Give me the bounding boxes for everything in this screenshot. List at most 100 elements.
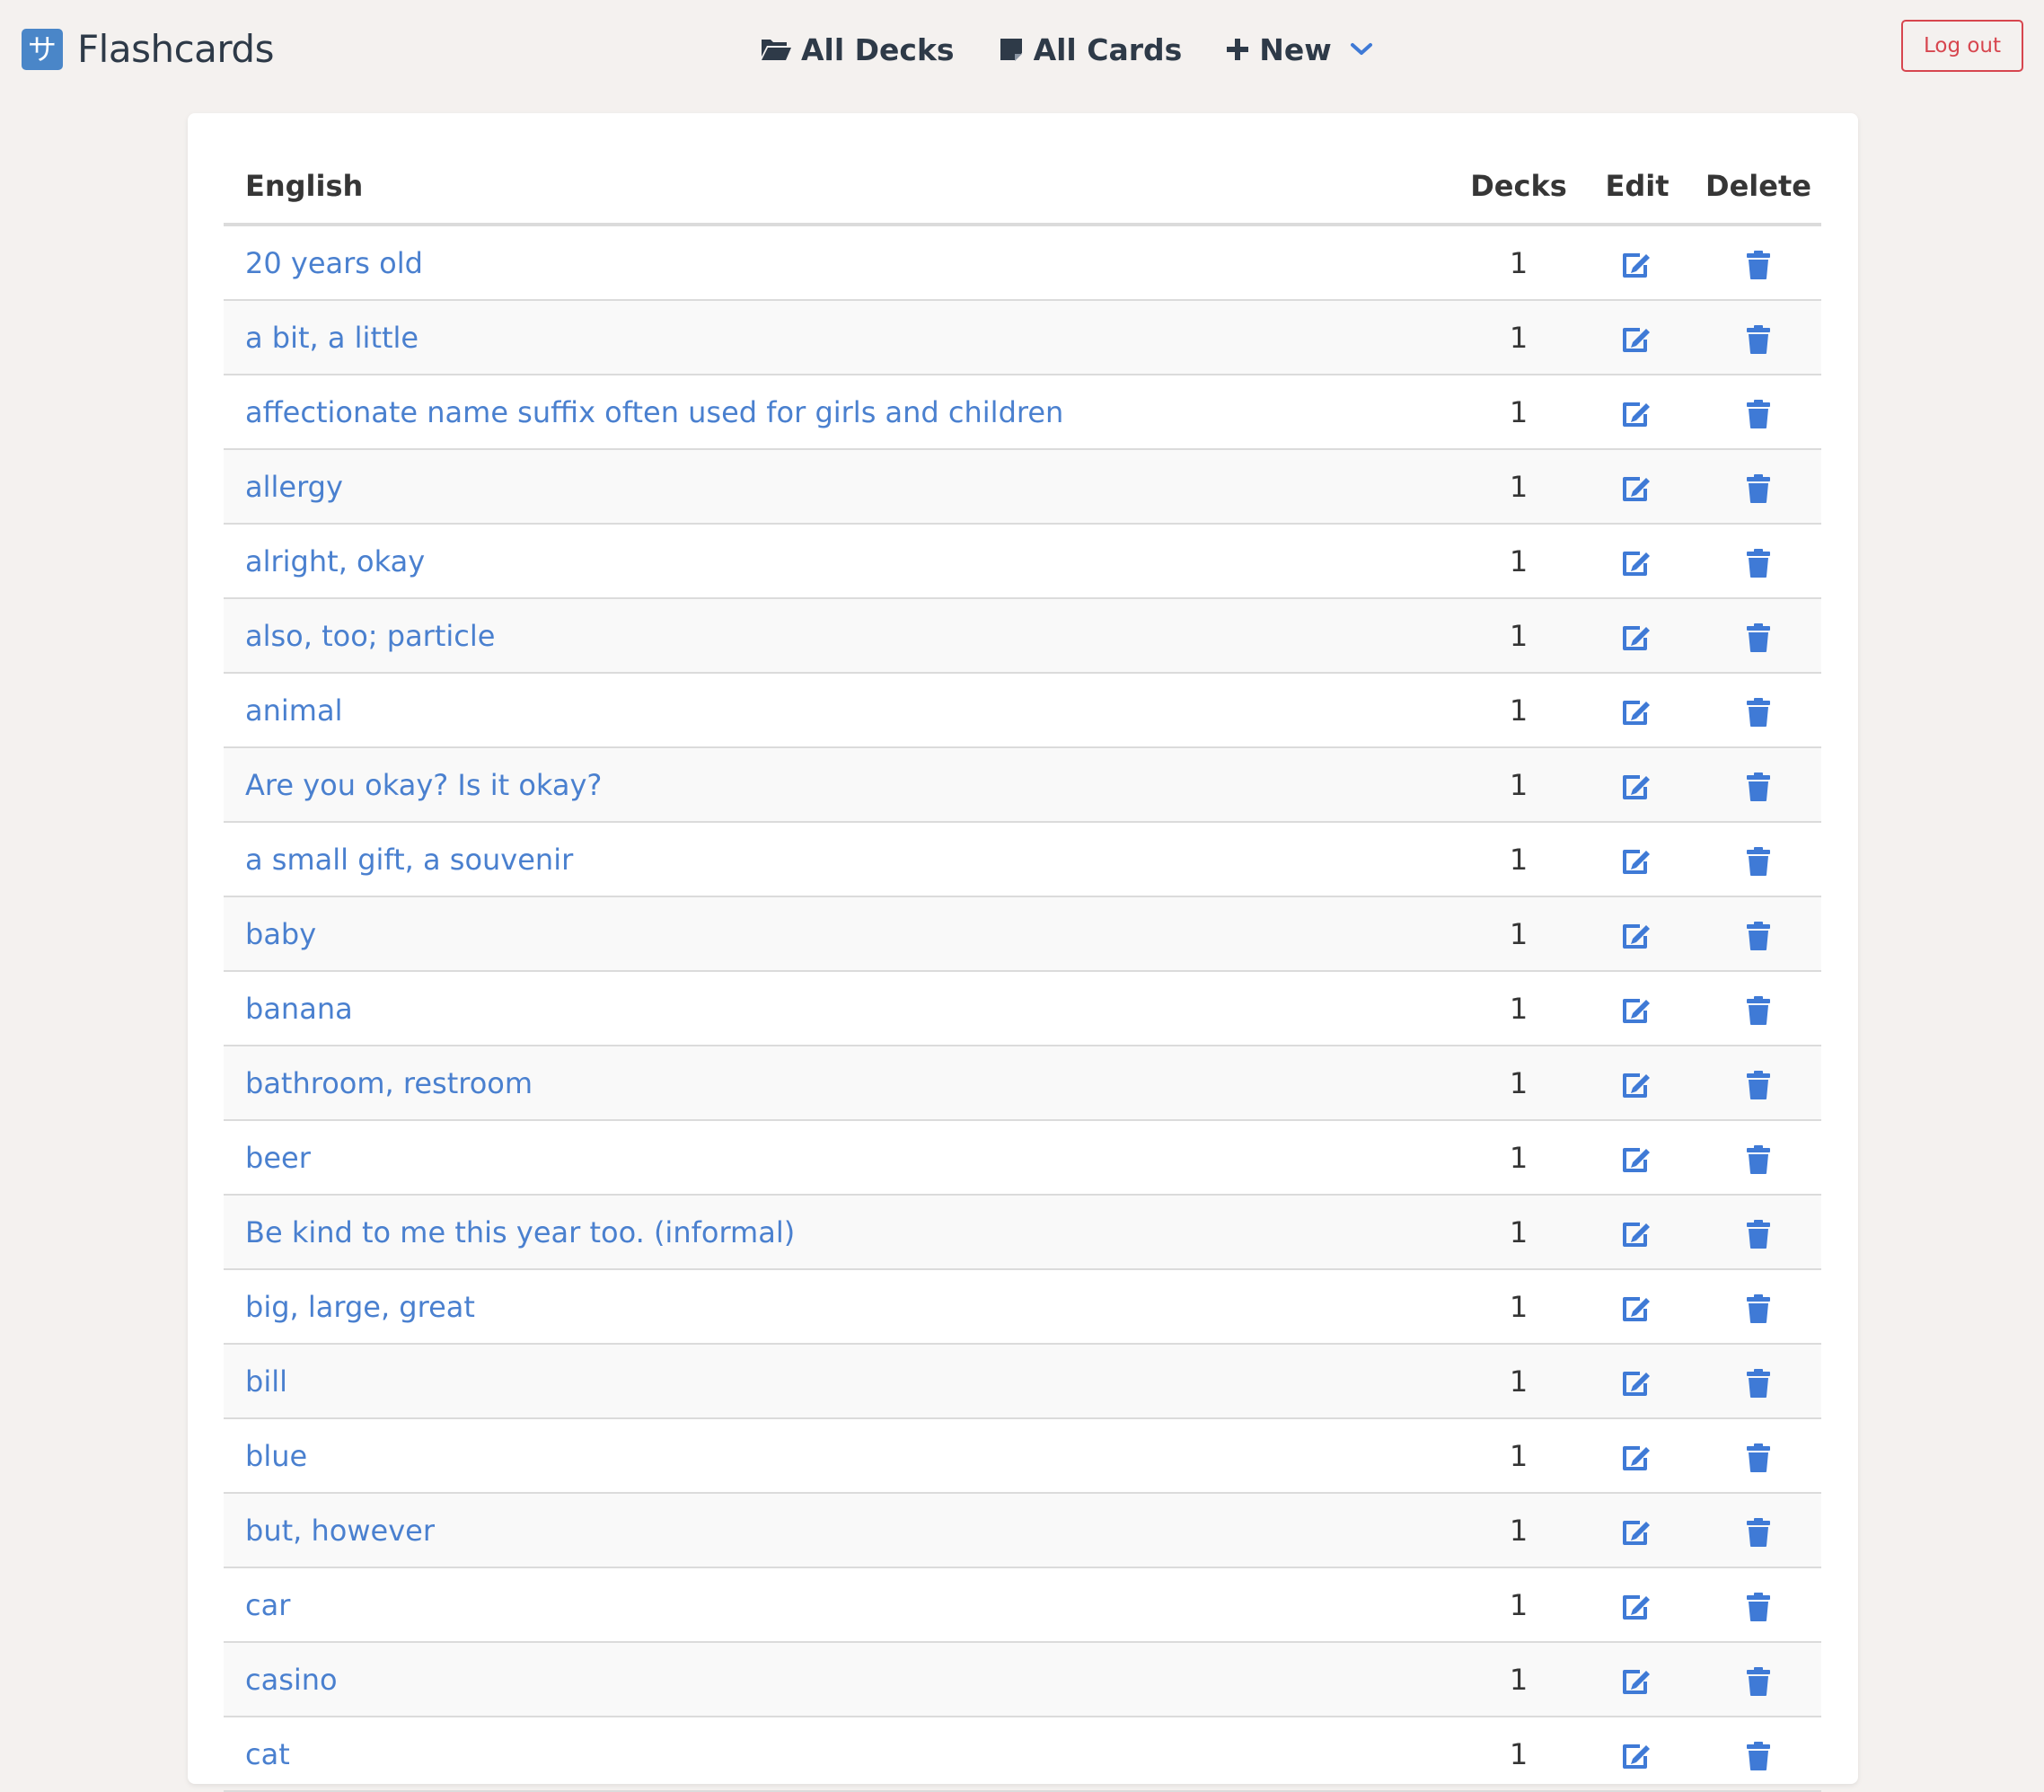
edit-button[interactable] xyxy=(1579,747,1696,823)
delete-button[interactable] xyxy=(1696,747,1821,823)
delete-button[interactable] xyxy=(1696,1493,1821,1568)
card-english-link[interactable]: beer xyxy=(245,1141,311,1175)
delete-button[interactable] xyxy=(1696,225,1821,301)
edit-icon[interactable] xyxy=(1620,250,1654,280)
trash-icon[interactable] xyxy=(1745,1293,1772,1324)
edit-button[interactable] xyxy=(1579,1418,1696,1494)
delete-button[interactable] xyxy=(1696,1269,1821,1345)
edit-button[interactable] xyxy=(1579,300,1696,375)
edit-icon[interactable] xyxy=(1620,921,1654,951)
delete-button[interactable] xyxy=(1696,300,1821,375)
card-english-link[interactable]: baby xyxy=(245,917,316,951)
card-english-link[interactable]: Are you okay? Is it okay? xyxy=(245,768,602,802)
trash-icon[interactable] xyxy=(1745,1368,1772,1399)
edit-button[interactable] xyxy=(1579,1717,1696,1792)
trash-icon[interactable] xyxy=(1745,622,1772,653)
delete-button[interactable] xyxy=(1696,1120,1821,1196)
column-header-decks[interactable]: Decks xyxy=(1458,149,1579,226)
card-english-link[interactable]: 20 years old xyxy=(245,246,423,280)
trash-icon[interactable] xyxy=(1745,995,1772,1026)
edit-button[interactable] xyxy=(1579,1344,1696,1419)
delete-button[interactable] xyxy=(1696,1717,1821,1792)
edit-icon[interactable] xyxy=(1620,1592,1654,1622)
edit-icon[interactable] xyxy=(1620,697,1654,728)
edit-button[interactable] xyxy=(1579,673,1696,748)
trash-icon[interactable] xyxy=(1745,846,1772,877)
trash-icon[interactable] xyxy=(1745,1741,1772,1771)
card-english-link[interactable]: a small gift, a souvenir xyxy=(245,843,573,877)
trash-icon[interactable] xyxy=(1745,1517,1772,1548)
nav-new-menu[interactable]: New xyxy=(1225,32,1373,67)
trash-icon[interactable] xyxy=(1745,1443,1772,1473)
edit-icon[interactable] xyxy=(1620,324,1654,355)
trash-icon[interactable] xyxy=(1745,1592,1772,1622)
trash-icon[interactable] xyxy=(1745,697,1772,728)
delete-button[interactable] xyxy=(1696,822,1821,897)
trash-icon[interactable] xyxy=(1745,473,1772,504)
card-english-link[interactable]: affectionate name suffix often used for … xyxy=(245,395,1063,429)
edit-icon[interactable] xyxy=(1620,1741,1654,1771)
nav-all-cards[interactable]: All Cards xyxy=(998,32,1182,67)
edit-icon[interactable] xyxy=(1620,1443,1654,1473)
trash-icon[interactable] xyxy=(1745,1666,1772,1697)
edit-button[interactable] xyxy=(1579,896,1696,972)
edit-button[interactable] xyxy=(1579,449,1696,525)
edit-icon[interactable] xyxy=(1620,399,1654,429)
edit-icon[interactable] xyxy=(1620,1144,1654,1175)
card-english-link[interactable]: bill xyxy=(245,1364,287,1399)
card-english-link[interactable]: Be kind to me this year too. (informal) xyxy=(245,1215,795,1249)
card-english-link[interactable]: banana xyxy=(245,992,353,1026)
edit-button[interactable] xyxy=(1579,598,1696,674)
card-english-link[interactable]: allergy xyxy=(245,470,343,504)
delete-button[interactable] xyxy=(1696,598,1821,674)
edit-button[interactable] xyxy=(1579,1046,1696,1121)
delete-button[interactable] xyxy=(1696,1344,1821,1419)
card-english-link[interactable]: blue xyxy=(245,1439,307,1473)
trash-icon[interactable] xyxy=(1745,399,1772,429)
card-english-link[interactable]: a bit, a little xyxy=(245,321,418,355)
delete-button[interactable] xyxy=(1696,449,1821,525)
trash-icon[interactable] xyxy=(1745,772,1772,802)
edit-button[interactable] xyxy=(1579,1567,1696,1643)
edit-icon[interactable] xyxy=(1620,995,1654,1026)
chevron-down-icon[interactable] xyxy=(1350,41,1373,57)
card-english-link[interactable]: casino xyxy=(245,1663,338,1697)
edit-icon[interactable] xyxy=(1620,1368,1654,1399)
delete-button[interactable] xyxy=(1696,896,1821,972)
edit-button[interactable] xyxy=(1579,822,1696,897)
edit-button[interactable] xyxy=(1579,375,1696,450)
card-english-link[interactable]: animal xyxy=(245,693,342,728)
delete-button[interactable] xyxy=(1696,1567,1821,1643)
card-english-link[interactable]: bathroom, restroom xyxy=(245,1066,533,1100)
edit-icon[interactable] xyxy=(1620,1666,1654,1697)
trash-icon[interactable] xyxy=(1745,1070,1772,1100)
edit-icon[interactable] xyxy=(1620,473,1654,504)
edit-icon[interactable] xyxy=(1620,772,1654,802)
edit-button[interactable] xyxy=(1579,1642,1696,1717)
delete-button[interactable] xyxy=(1696,1195,1821,1270)
edit-icon[interactable] xyxy=(1620,622,1654,653)
delete-button[interactable] xyxy=(1696,971,1821,1046)
delete-button[interactable] xyxy=(1696,1418,1821,1494)
trash-icon[interactable] xyxy=(1745,250,1772,280)
edit-icon[interactable] xyxy=(1620,1070,1654,1100)
edit-icon[interactable] xyxy=(1620,1293,1654,1324)
edit-button[interactable] xyxy=(1579,524,1696,599)
card-english-link[interactable]: also, too; particle xyxy=(245,619,495,653)
trash-icon[interactable] xyxy=(1745,324,1772,355)
card-english-link[interactable]: but, however xyxy=(245,1514,435,1548)
card-english-link[interactable]: car xyxy=(245,1588,290,1622)
logout-button[interactable]: Log out xyxy=(1901,20,2023,72)
brand[interactable]: サ Flashcards xyxy=(22,27,274,71)
card-english-link[interactable]: cat xyxy=(245,1737,290,1771)
trash-icon[interactable] xyxy=(1745,1219,1772,1249)
edit-button[interactable] xyxy=(1579,1493,1696,1568)
column-header-english[interactable]: English xyxy=(224,149,1458,226)
edit-icon[interactable] xyxy=(1620,1517,1654,1548)
trash-icon[interactable] xyxy=(1745,921,1772,951)
edit-icon[interactable] xyxy=(1620,846,1654,877)
card-english-link[interactable]: big, large, great xyxy=(245,1290,475,1324)
edit-button[interactable] xyxy=(1579,225,1696,301)
delete-button[interactable] xyxy=(1696,1642,1821,1717)
edit-button[interactable] xyxy=(1579,971,1696,1046)
